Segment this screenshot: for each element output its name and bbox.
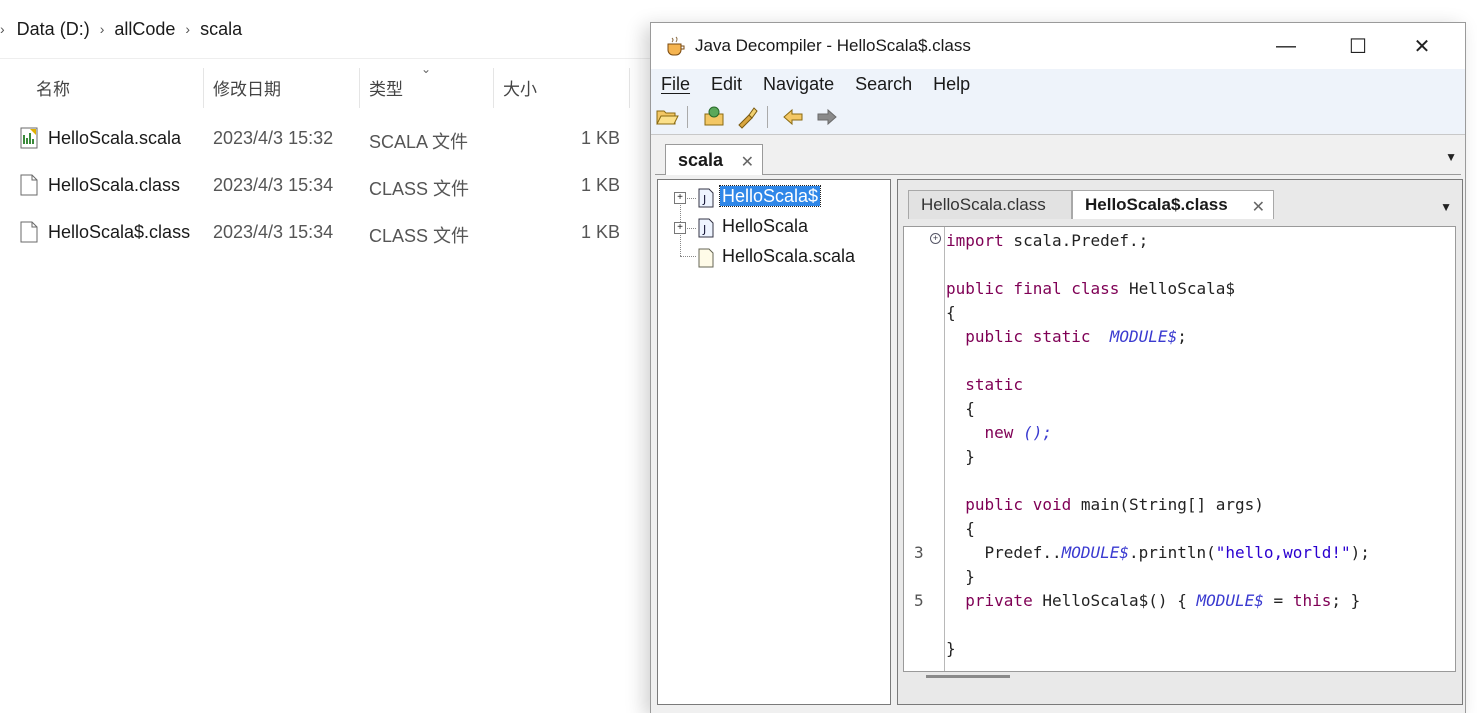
menu-search[interactable]: Search: [855, 74, 912, 95]
outer-tab-bar: scala ✕ ▼: [655, 136, 1461, 175]
close-tab-icon[interactable]: ✕: [741, 152, 754, 172]
menu-edit[interactable]: Edit: [711, 74, 742, 95]
close-button[interactable]: ✕: [1387, 23, 1457, 69]
file-modified: 2023/4/3 15:34: [213, 175, 334, 195]
code-line: {: [965, 399, 975, 418]
file-modified: 2023/4/3 15:32: [213, 128, 334, 148]
open-folder-icon[interactable]: [655, 105, 679, 129]
window-title: Java Decompiler - HelloScala$.class: [695, 36, 971, 55]
code-line: }: [965, 567, 975, 586]
title-bar[interactable]: Java Decompiler - HelloScala$.class — ☐ …: [651, 23, 1465, 69]
menu-navigate[interactable]: Navigate: [763, 74, 834, 95]
tab-helloscala-object-class[interactable]: HelloScala$.class ✕: [1072, 190, 1274, 219]
class-file-icon: J: [698, 218, 714, 238]
forward-arrow-icon[interactable]: [815, 105, 839, 129]
toolbar: [651, 100, 1465, 135]
code-line: }: [965, 447, 975, 466]
code-line: }: [946, 639, 956, 658]
line-number: 5: [914, 591, 924, 610]
file-row[interactable]: HelloScala$.class 2023/4/3 15:34 CLASS 文…: [0, 214, 640, 254]
code-line: public void main(String[] args): [965, 495, 1264, 514]
menu-file[interactable]: File: [661, 74, 690, 95]
class-file-icon: J: [698, 188, 714, 208]
file-name: HelloScala.class: [48, 175, 181, 195]
column-divider[interactable]: [629, 68, 630, 108]
svg-text:J: J: [702, 223, 706, 236]
line-number: 3: [914, 543, 924, 562]
breadcrumb-item-drive[interactable]: Data (D:): [17, 19, 90, 40]
tab-helloscala-class[interactable]: HelloScala.class: [908, 190, 1072, 219]
file-size: 1 KB: [581, 175, 621, 195]
maximize-button[interactable]: ☐: [1323, 23, 1393, 69]
code-line: import scala.Predef.;: [946, 231, 1149, 250]
column-divider[interactable]: [359, 68, 360, 108]
code-line: public static MODULE$;: [965, 327, 1187, 346]
chevron-right-icon[interactable]: ›: [100, 21, 105, 37]
column-header-type[interactable]: 类型: [369, 64, 403, 110]
code-line: {: [965, 519, 975, 538]
file-modified: 2023/4/3 15:34: [213, 222, 334, 242]
code-pane: HelloScala.class HelloScala$.class ✕ ▼ +…: [897, 179, 1463, 705]
tab-label: scala: [678, 150, 724, 170]
column-header-modified[interactable]: 修改日期: [213, 64, 281, 110]
file-name: HelloScala$.class: [48, 222, 191, 242]
menu-bar: File Edit Navigate Search Help: [651, 69, 1465, 100]
tab-list-dropdown-icon[interactable]: ▼: [1440, 200, 1452, 214]
code-line: {: [946, 303, 956, 322]
file-name: HelloScala.scala: [48, 128, 182, 148]
file-icon: [20, 174, 38, 196]
close-tab-icon[interactable]: ✕: [1252, 197, 1265, 217]
file-size: 1 KB: [581, 128, 621, 148]
file-type: CLASS 文件: [369, 226, 470, 246]
file-icon: [20, 221, 38, 243]
source-editor[interactable]: + import scala.Predef.; public final cla…: [903, 226, 1456, 672]
file-type: CLASS 文件: [369, 179, 470, 199]
tab-scala[interactable]: scala ✕: [665, 144, 763, 175]
tree-node-helloscala[interactable]: HelloScala: [722, 216, 808, 237]
search-flashlight-icon[interactable]: [735, 105, 759, 129]
tree-node-helloscala-object[interactable]: HelloScala$: [718, 185, 822, 207]
horizontal-scrollbar-thumb[interactable]: [926, 675, 1010, 678]
tree-line: [680, 256, 696, 257]
code-line: new ();: [984, 423, 1052, 442]
gutter-divider: [944, 227, 945, 671]
file-icon: [698, 248, 714, 268]
file-size: 1 KB: [581, 222, 621, 242]
scala-file-icon: [20, 127, 38, 149]
chevron-right-icon[interactable]: ›: [185, 21, 190, 37]
column-header-name[interactable]: 名称: [36, 64, 70, 110]
column-divider[interactable]: [203, 68, 204, 108]
file-row[interactable]: HelloScala.scala 2023/4/3 15:32 SCALA 文件…: [0, 120, 640, 160]
tree-node-helloscala-source[interactable]: HelloScala.scala: [722, 246, 855, 267]
breadcrumb: › Data (D:) › allCode › scala: [0, 0, 660, 59]
open-type-icon[interactable]: [703, 105, 727, 129]
tab-label: HelloScala$.class: [1085, 195, 1228, 214]
code-line: public final class HelloScala$: [946, 279, 1235, 298]
svg-text:J: J: [702, 193, 706, 206]
minimize-button[interactable]: —: [1251, 23, 1321, 69]
file-row[interactable]: HelloScala.class 2023/4/3 15:34 CLASS 文件…: [0, 167, 640, 207]
breadcrumb-item-scala[interactable]: scala: [200, 19, 242, 40]
tab-list-dropdown-icon[interactable]: ▼: [1445, 150, 1457, 164]
fold-plus-icon[interactable]: +: [930, 233, 941, 244]
column-divider[interactable]: [493, 68, 494, 108]
expand-plus-icon[interactable]: +: [674, 192, 686, 204]
column-header-size[interactable]: 大小: [503, 64, 537, 110]
expand-plus-icon[interactable]: +: [674, 222, 686, 234]
menu-help[interactable]: Help: [933, 74, 970, 95]
toolbar-separator: [767, 106, 768, 128]
breadcrumb-item-allcode[interactable]: allCode: [114, 19, 175, 40]
coffee-cup-icon: [667, 36, 685, 56]
chevron-right-icon[interactable]: ›: [0, 21, 5, 37]
file-type: SCALA 文件: [369, 132, 469, 152]
tab-label: HelloScala.class: [921, 195, 1046, 214]
code-line: static: [965, 375, 1024, 394]
sort-chevron-icon: ⌄: [421, 62, 432, 76]
code-line: private HelloScala$() { MODULE$ = this; …: [965, 591, 1361, 610]
toolbar-separator: [687, 106, 688, 128]
java-decompiler-window: Java Decompiler - HelloScala$.class — ☐ …: [650, 22, 1466, 713]
code-line: Predef..MODULE$.println("hello,world!");: [984, 543, 1370, 562]
class-tree: + + J HelloScala$ J HelloScala HelloScal…: [657, 179, 891, 705]
back-arrow-icon[interactable]: [781, 105, 805, 129]
